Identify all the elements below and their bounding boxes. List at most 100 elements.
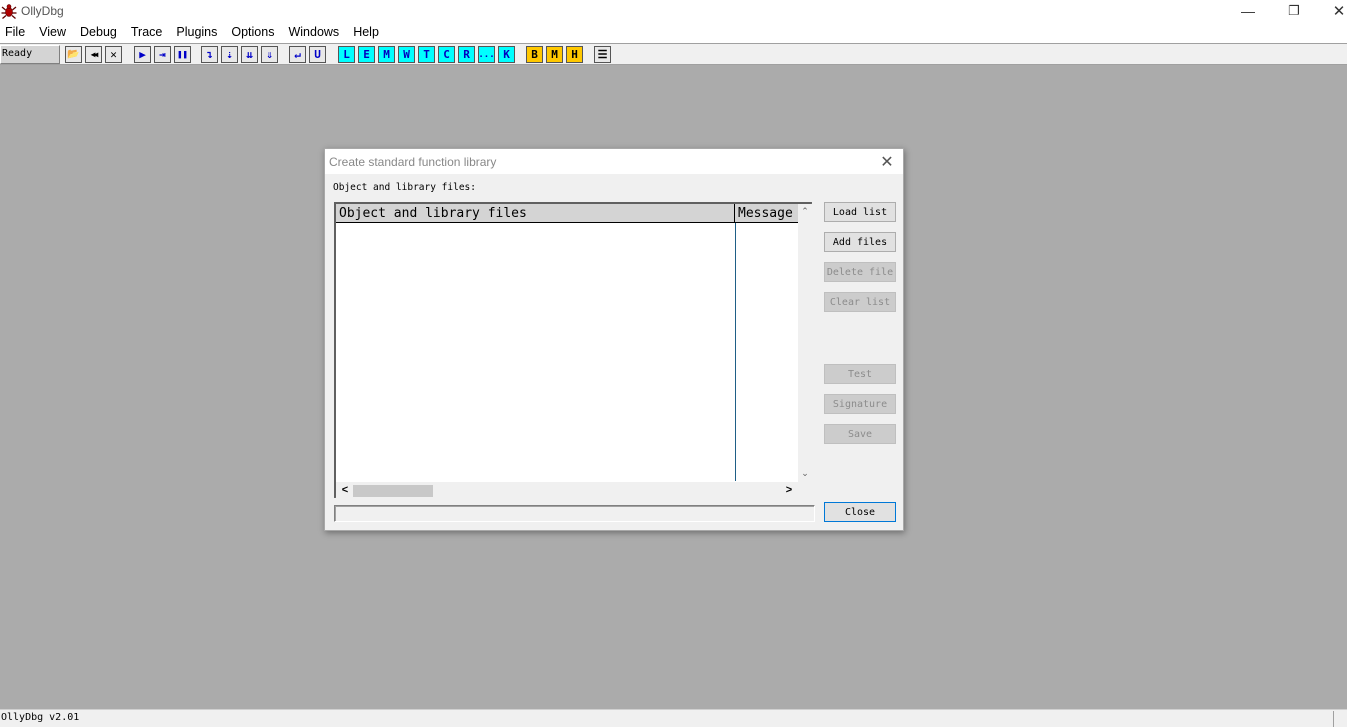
windows-window-button[interactable]: W — [398, 46, 415, 63]
column-header-message[interactable]: Message — [735, 204, 798, 223]
list-button[interactable]: ☰ — [594, 46, 611, 63]
title-bar: OllyDbg — ❐ ✕ — [0, 0, 1347, 22]
scroll-left-icon[interactable]: < — [338, 483, 352, 497]
log-window-button[interactable]: L — [338, 46, 355, 63]
delete-file-button[interactable]: Delete file — [824, 262, 896, 282]
step-into-icon: ↴ — [206, 48, 213, 61]
open-icon: 📂 — [67, 49, 80, 60]
step-over-button[interactable]: ⇣ — [221, 46, 238, 63]
trace-into-icon: ⇊ — [246, 48, 253, 61]
breakpoints-button[interactable]: B — [526, 46, 543, 63]
trace-over-button[interactable]: ⇓ — [261, 46, 278, 63]
menu-file[interactable]: File — [0, 22, 32, 43]
menu-options[interactable]: Options — [224, 22, 281, 43]
status-bar: OllyDbg v2.01 — [0, 709, 1347, 727]
menu-trace[interactable]: Trace — [124, 22, 170, 43]
horizontal-scrollbar[interactable]: < > — [336, 482, 798, 498]
execute-till-user-code-button[interactable]: U — [309, 46, 326, 63]
run-icon: ▶ — [139, 48, 146, 61]
app-title: OllyDbg — [21, 4, 64, 18]
run-button[interactable]: ▶ — [134, 46, 151, 63]
create-library-dialog: Create standard function library ✕ Objec… — [324, 148, 904, 531]
restart-icon: ◀◀ — [90, 50, 99, 59]
close-icon: ✕ — [1332, 3, 1346, 20]
restart-button[interactable]: ◀◀ — [85, 46, 102, 63]
menu-debug[interactable]: Debug — [73, 22, 124, 43]
dialog-title-bar[interactable]: Create standard function library ✕ — [325, 149, 903, 174]
column-divider — [735, 223, 736, 481]
scroll-corner — [798, 482, 812, 498]
restore-button[interactable]: ❐ — [1271, 0, 1317, 22]
run-thread-button[interactable]: ⇥ — [154, 46, 171, 63]
step-into-button[interactable]: ↴ — [201, 46, 218, 63]
save-button[interactable]: Save — [824, 424, 896, 444]
scroll-up-icon[interactable]: ⌃ — [798, 204, 812, 218]
run-thread-icon: ⇥ — [159, 48, 166, 61]
breakpoints-icon: B — [531, 48, 538, 61]
menu-windows[interactable]: Windows — [281, 22, 346, 43]
threads-window-button[interactable]: T — [418, 46, 435, 63]
restore-icon: ❐ — [1288, 3, 1300, 18]
resize-grip[interactable] — [1333, 711, 1347, 727]
hardware-breakpoints-icon: H — [571, 48, 578, 61]
cpu-window-icon: C — [443, 48, 450, 61]
signature-button[interactable]: Signature — [824, 394, 896, 414]
close-program-icon: ✕ — [110, 48, 117, 61]
references-window-icon: R — [463, 48, 470, 61]
menu-help[interactable]: Help — [346, 22, 386, 43]
execute-till-return-button[interactable]: ↵ — [289, 46, 306, 63]
memory-window-button[interactable]: M — [378, 46, 395, 63]
status-indicator: Ready — [0, 45, 60, 64]
version-label: OllyDbg v2.01 — [1, 712, 80, 723]
minimize-icon: — — [1241, 3, 1255, 19]
vertical-scrollbar[interactable]: ⌃ ⌄ — [798, 204, 812, 482]
open-button[interactable]: 📂 — [65, 46, 82, 63]
close-window-button[interactable]: ✕ — [1316, 0, 1347, 22]
references-window-button[interactable]: R — [458, 46, 475, 63]
ollydbg-bug-icon — [1, 4, 17, 19]
pause-icon: ❚❚ — [177, 49, 188, 60]
call-stack-button[interactable]: K — [498, 46, 515, 63]
close-button[interactable]: Close — [824, 502, 896, 522]
menu-view[interactable]: View — [32, 22, 73, 43]
run-trace-icon: ... — [478, 49, 495, 60]
files-list[interactable]: Object and library files Message ⌃ ⌄ < > — [334, 202, 812, 498]
load-list-button[interactable]: Load list — [824, 202, 896, 222]
modules-window-button[interactable]: E — [358, 46, 375, 63]
list-icon: ☰ — [597, 48, 608, 61]
list-header: Object and library files Message — [336, 204, 798, 223]
memory-breakpoints-button[interactable]: M — [546, 46, 563, 63]
trace-into-button[interactable]: ⇊ — [241, 46, 258, 63]
modules-window-icon: E — [363, 48, 370, 61]
threads-window-icon: T — [423, 48, 430, 61]
list-label: Object and library files: — [333, 182, 476, 193]
call-stack-icon: K — [503, 48, 510, 61]
hardware-breakpoints-button[interactable]: H — [566, 46, 583, 63]
memory-breakpoints-icon: M — [551, 48, 558, 61]
dialog-title: Create standard function library — [329, 155, 497, 169]
progress-bar — [334, 505, 815, 522]
memory-window-icon: M — [383, 48, 390, 61]
execute-till-return-icon: ↵ — [294, 48, 301, 61]
cpu-window-button[interactable]: C — [438, 46, 455, 63]
log-window-icon: L — [343, 48, 350, 61]
close-icon: ✕ — [880, 153, 894, 171]
test-button[interactable]: Test — [824, 364, 896, 384]
scroll-down-icon[interactable]: ⌄ — [798, 466, 812, 480]
menu-plugins[interactable]: Plugins — [169, 22, 224, 43]
clear-list-button[interactable]: Clear list — [824, 292, 896, 312]
scroll-right-icon[interactable]: > — [782, 483, 796, 497]
run-trace-button[interactable]: ... — [478, 46, 495, 63]
minimize-button[interactable]: — — [1225, 0, 1271, 22]
trace-over-icon: ⇓ — [266, 48, 273, 61]
horizontal-scroll-thumb[interactable] — [353, 485, 433, 497]
dialog-close-button[interactable]: ✕ — [875, 151, 899, 172]
add-files-button[interactable]: Add files — [824, 232, 896, 252]
toolbar: Ready 📂 ◀◀ ✕ ▶ ⇥ ❚❚ ↴ ⇣ ⇊ ⇓ ↵ U L E M W … — [0, 43, 1347, 65]
column-header-files[interactable]: Object and library files — [336, 204, 735, 223]
step-over-icon: ⇣ — [226, 48, 233, 61]
windows-window-icon: W — [403, 48, 410, 61]
pause-button[interactable]: ❚❚ — [174, 46, 191, 63]
execute-till-user-code-icon: U — [314, 48, 321, 61]
close-program-button[interactable]: ✕ — [105, 46, 122, 63]
